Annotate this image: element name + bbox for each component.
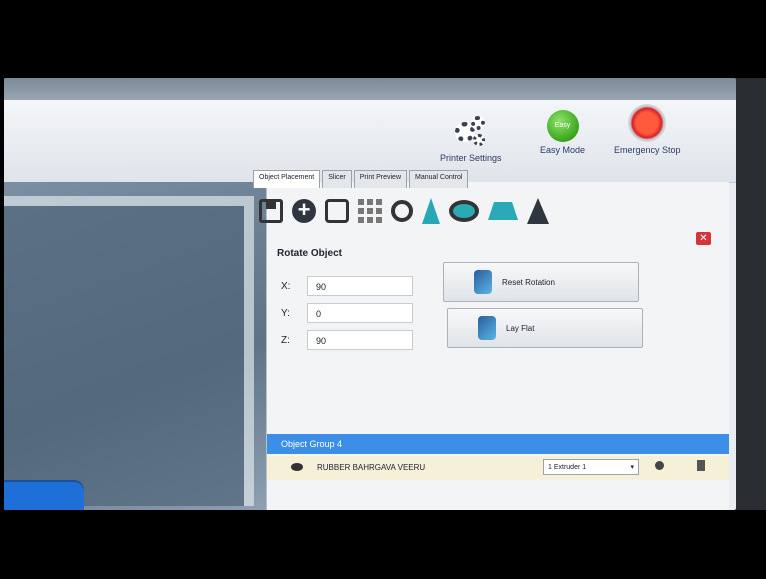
3d-viewport[interactable] bbox=[4, 182, 266, 510]
settings-icon[interactable] bbox=[655, 461, 664, 470]
grid-icon[interactable] bbox=[358, 199, 382, 223]
copy-icon[interactable] bbox=[325, 199, 349, 223]
gear-icon bbox=[451, 114, 491, 150]
reset-rotation-button[interactable]: Reset Rotation bbox=[443, 262, 639, 302]
mirror-icon[interactable] bbox=[449, 200, 479, 222]
rotate-z-field[interactable]: 90 bbox=[307, 330, 413, 350]
easy-mode-label: Easy Mode bbox=[540, 145, 586, 155]
rocket-icon[interactable] bbox=[527, 198, 549, 224]
printer-settings-label: Printer Settings bbox=[440, 153, 502, 163]
monitor-bezel bbox=[736, 78, 766, 510]
easy-mode-icon: Easy bbox=[546, 110, 579, 142]
rotate-x-field[interactable]: 90 bbox=[307, 276, 413, 296]
emergency-stop-label: Emergency Stop bbox=[614, 145, 681, 155]
trash-icon[interactable] bbox=[697, 460, 705, 471]
reset-rotation-label: Reset Rotation bbox=[502, 277, 555, 287]
object-tools: + bbox=[259, 198, 549, 224]
list-item[interactable]: RUBBER BAHRGAVA VEERU 1 Extruder 1 ▾ bbox=[267, 456, 729, 480]
easy-mode-button[interactable]: Easy Easy Mode bbox=[540, 110, 585, 155]
object-group-header[interactable]: Object Group 4 bbox=[267, 434, 729, 454]
object-name: RUBBER BAHRGAVA VEERU bbox=[317, 463, 426, 472]
rotate-object-title: Rotate Object bbox=[277, 248, 343, 259]
eye-icon[interactable] bbox=[291, 463, 303, 471]
x-label: X: bbox=[281, 281, 291, 292]
tab-slicer[interactable]: Slicer bbox=[322, 170, 352, 188]
title-bar bbox=[4, 78, 736, 100]
tab-manual-control[interactable]: Manual Control bbox=[409, 170, 469, 188]
model-object[interactable] bbox=[4, 482, 84, 510]
rotate-y-field[interactable]: 0 bbox=[307, 303, 413, 323]
build-plate bbox=[4, 196, 254, 506]
printer-settings-button[interactable]: Printer Settings bbox=[440, 114, 502, 163]
center-object-icon[interactable] bbox=[391, 200, 413, 222]
add-object-icon[interactable]: + bbox=[292, 199, 316, 223]
lay-flat-button[interactable]: Lay Flat bbox=[447, 308, 643, 348]
emergency-stop-icon bbox=[628, 104, 667, 142]
lay-flat-label: Lay Flat bbox=[506, 323, 535, 333]
extruder-select[interactable]: 1 Extruder 1 ▾ bbox=[543, 459, 639, 475]
cone-icon[interactable] bbox=[422, 198, 440, 224]
y-label: Y: bbox=[281, 308, 290, 319]
z-label: Z: bbox=[281, 335, 290, 346]
extruder-value: 1 Extruder 1 bbox=[548, 464, 587, 471]
chevron-down-icon: ▾ bbox=[630, 464, 634, 471]
app-window: Printer Settings Easy Easy Mode Emergenc… bbox=[4, 78, 736, 510]
scale-icon[interactable] bbox=[488, 202, 518, 220]
panel-tabs: Object Placement Slicer Print Preview Ma… bbox=[253, 170, 469, 188]
tab-print-preview[interactable]: Print Preview bbox=[353, 170, 407, 188]
emergency-stop-button[interactable]: Emergency Stop bbox=[614, 104, 681, 155]
save-icon[interactable] bbox=[259, 199, 283, 223]
tab-object-placement[interactable]: Object Placement bbox=[253, 170, 321, 188]
reset-rotation-icon bbox=[474, 270, 492, 294]
lay-flat-icon bbox=[478, 316, 496, 340]
side-panel: Object Placement Slicer Print Preview Ma… bbox=[253, 170, 729, 510]
close-icon[interactable]: ✕ bbox=[696, 232, 711, 245]
